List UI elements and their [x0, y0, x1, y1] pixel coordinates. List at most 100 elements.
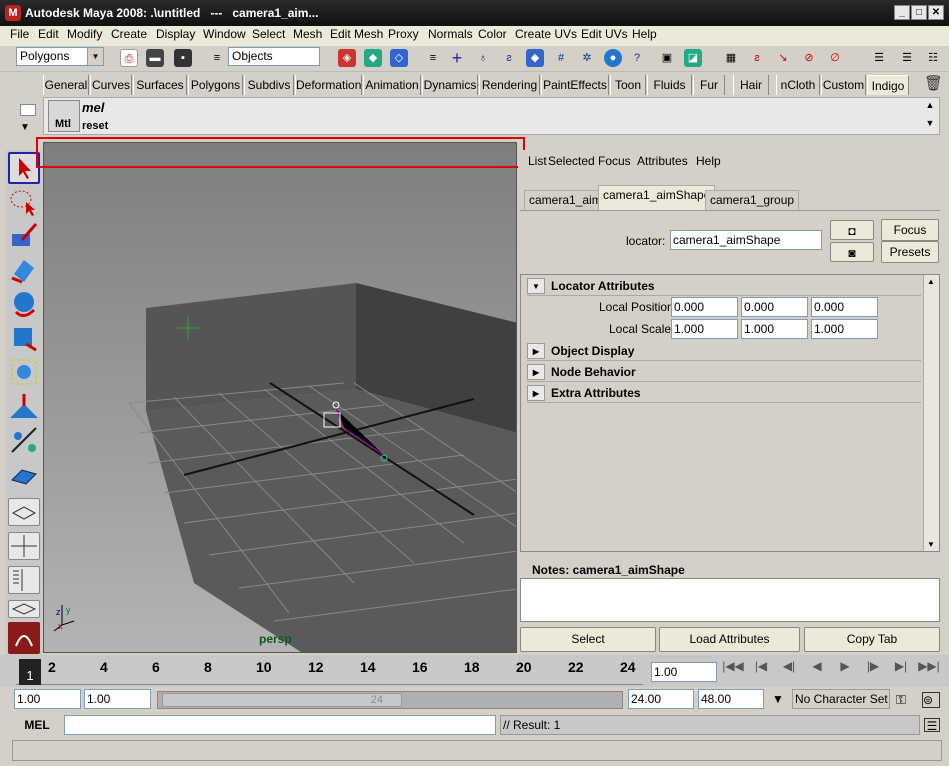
step-back-frame-icon[interactable]: ◀| — [778, 659, 800, 677]
menu-help[interactable]: Help — [632, 26, 657, 42]
shelf-tab-custom[interactable]: Custom — [821, 75, 866, 95]
select-dynamics-icon[interactable]: ✲ — [578, 49, 596, 67]
animation-end-field[interactable]: 48.00 — [698, 689, 764, 709]
ae-tab-camera1-aimshape[interactable]: camera1_aimShape — [598, 185, 716, 210]
node-behavior-section[interactable]: ▶ Node Behavior — [527, 363, 921, 382]
menu-proxy[interactable]: Proxy — [388, 26, 419, 42]
select-button[interactable]: Select — [520, 627, 656, 652]
time-ruler[interactable]: 1 2 4 6 8 10 12 14 16 18 20 22 24 — [16, 657, 643, 685]
step-forward-frame-icon[interactable]: |▶ — [862, 659, 884, 677]
step-back-key-icon[interactable]: |◀ — [750, 659, 772, 677]
shelf-tab-rendering[interactable]: Rendering — [479, 75, 540, 95]
snap-point-icon[interactable]: ↘ — [774, 49, 792, 67]
ae-menu-help[interactable]: Help — [696, 154, 721, 168]
ae-select-node-icon[interactable]: ◘ — [830, 220, 874, 240]
shelf-tab-hair[interactable]: Hair — [733, 75, 769, 95]
locator-attributes-section[interactable]: ▼ Locator Attributes — [527, 277, 921, 296]
save-scene-icon[interactable]: ▪ — [174, 49, 192, 67]
menu-edit[interactable]: Edit — [38, 26, 59, 42]
shelf-tab-subdivs[interactable]: Subdivs — [244, 75, 294, 95]
component-mode-icon[interactable]: ◇ — [390, 49, 408, 67]
select-deformations-icon[interactable]: # — [552, 49, 570, 67]
shelf-tab-fluids[interactable]: Fluids — [647, 75, 692, 95]
presets-button[interactable]: Presets — [881, 241, 939, 263]
local-scale-x[interactable]: 1.000 — [671, 319, 738, 339]
lock-selection-icon[interactable]: ▣ — [658, 49, 676, 67]
extra-attributes-section[interactable]: ▶ Extra Attributes — [527, 384, 921, 403]
attributes-scrollbar[interactable]: ▲ ▼ — [923, 275, 939, 551]
animation-prefs-icon[interactable]: ⊜ — [922, 692, 940, 708]
shelf-tab-surfaces[interactable]: Surfaces — [133, 75, 187, 95]
maximize-icon[interactable]: □ — [911, 5, 927, 20]
single-pane-layout-icon[interactable] — [8, 498, 40, 526]
mask-menu-icon[interactable]: ≡ — [424, 49, 442, 67]
snap-plane-icon[interactable]: ⊘ — [800, 49, 818, 67]
local-scale-z[interactable]: 1.000 — [811, 319, 878, 339]
maya-menu-icon[interactable] — [8, 622, 40, 654]
scroll-down-icon[interactable]: ▼ — [927, 540, 935, 549]
scale-tool-icon[interactable] — [8, 322, 40, 354]
local-position-z[interactable]: 0.000 — [811, 297, 878, 317]
animation-start-field[interactable]: 1.00 — [14, 689, 81, 709]
menu-mesh[interactable]: Mesh — [293, 26, 322, 42]
soft-mod-tool-icon[interactable] — [8, 390, 40, 422]
shelf-tab-fur[interactable]: Fur — [693, 75, 725, 95]
shelf-tab-general[interactable]: General — [43, 75, 89, 95]
open-scene-icon[interactable]: ▬ — [146, 49, 164, 67]
ae-menu-attributes[interactable]: Attributes — [637, 154, 688, 168]
mel-reset-shelf-button[interactable]: mel reset — [82, 100, 114, 132]
script-type-button[interactable]: MEL — [12, 718, 62, 734]
construction-history-icon[interactable]: ☷ — [924, 49, 942, 67]
universal-manipulator-icon[interactable] — [8, 356, 40, 388]
shelf-tab-toon[interactable]: Toon — [610, 75, 646, 95]
close-icon[interactable]: ✕ — [928, 5, 944, 20]
local-position-y[interactable]: 0.000 — [741, 297, 808, 317]
current-frame-marker[interactable]: 1 — [19, 659, 41, 685]
select-surfaces-icon[interactable]: ◆ — [526, 49, 544, 67]
ae-show-node-icon[interactable]: ◙ — [830, 242, 874, 262]
trash-icon[interactable]: 🗑 — [924, 75, 943, 93]
range-slider-track[interactable]: 24 — [157, 691, 623, 709]
menu-display[interactable]: Display — [156, 26, 195, 42]
hierarchy-mode-icon[interactable]: ◈ — [338, 49, 356, 67]
menu-file[interactable]: File — [10, 26, 29, 42]
new-scene-icon[interactable]: ⎙ — [120, 49, 138, 67]
output-ops-icon[interactable]: ☰ — [898, 49, 916, 67]
object-display-section[interactable]: ▶ Object Display — [527, 342, 921, 361]
playback-start-field[interactable]: 1.00 — [84, 689, 151, 709]
shelf-menu-arrow-icon[interactable]: ▼ — [20, 122, 30, 133]
scroll-up-icon[interactable]: ▲ — [927, 277, 935, 286]
menu-window[interactable]: Window — [203, 26, 246, 42]
lasso-tool-icon[interactable] — [8, 186, 40, 218]
last-tool-icon[interactable] — [8, 458, 40, 490]
shelf-tab-indigo[interactable]: Indigo — [867, 75, 909, 95]
shelf-tab-ncloth[interactable]: nCloth — [776, 75, 820, 95]
minimize-icon[interactable]: _ — [894, 5, 910, 20]
character-set-menu-icon[interactable]: ▼ — [768, 692, 788, 710]
shelf-scroll-up-icon[interactable]: ▲ — [923, 100, 937, 114]
focus-button[interactable]: Focus — [881, 219, 939, 241]
notes-textarea[interactable] — [520, 578, 940, 622]
play-forwards-icon[interactable]: ▶ — [834, 659, 856, 677]
perspective-viewport[interactable]: y z x persp — [43, 142, 517, 653]
input-ops-icon[interactable]: ☰ — [870, 49, 888, 67]
menu-create-uvs[interactable]: Create UVs — [515, 26, 577, 42]
menu-modify[interactable]: Modify — [67, 26, 102, 42]
outliner-layout-icon[interactable] — [8, 566, 40, 594]
menu-create[interactable]: Create — [111, 26, 147, 42]
play-backwards-icon[interactable]: ◀ — [806, 659, 828, 677]
snap-curve-icon[interactable]: ƨ — [748, 49, 766, 67]
select-curves-icon[interactable]: ƨ — [500, 49, 518, 67]
script-editor-icon[interactable]: ☰ — [924, 718, 940, 733]
four-pane-layout-icon[interactable] — [8, 532, 40, 560]
select-misc-icon[interactable]: ? — [628, 49, 646, 67]
selection-mode-icon[interactable]: ≡ — [208, 49, 226, 67]
shelf-tab-polygons[interactable]: Polygons — [188, 75, 243, 95]
time-slider[interactable]: 1 2 4 6 8 10 12 14 16 18 20 22 24 1.00 |… — [0, 655, 949, 687]
load-attributes-button[interactable]: Load Attributes — [659, 627, 800, 652]
move-tool-icon[interactable] — [8, 254, 40, 286]
go-to-end-icon[interactable]: ▶▶| — [918, 659, 940, 677]
shelf-tab-deformation[interactable]: Deformation — [295, 75, 362, 95]
command-input[interactable] — [64, 715, 496, 735]
rotate-tool-icon[interactable] — [8, 288, 40, 320]
